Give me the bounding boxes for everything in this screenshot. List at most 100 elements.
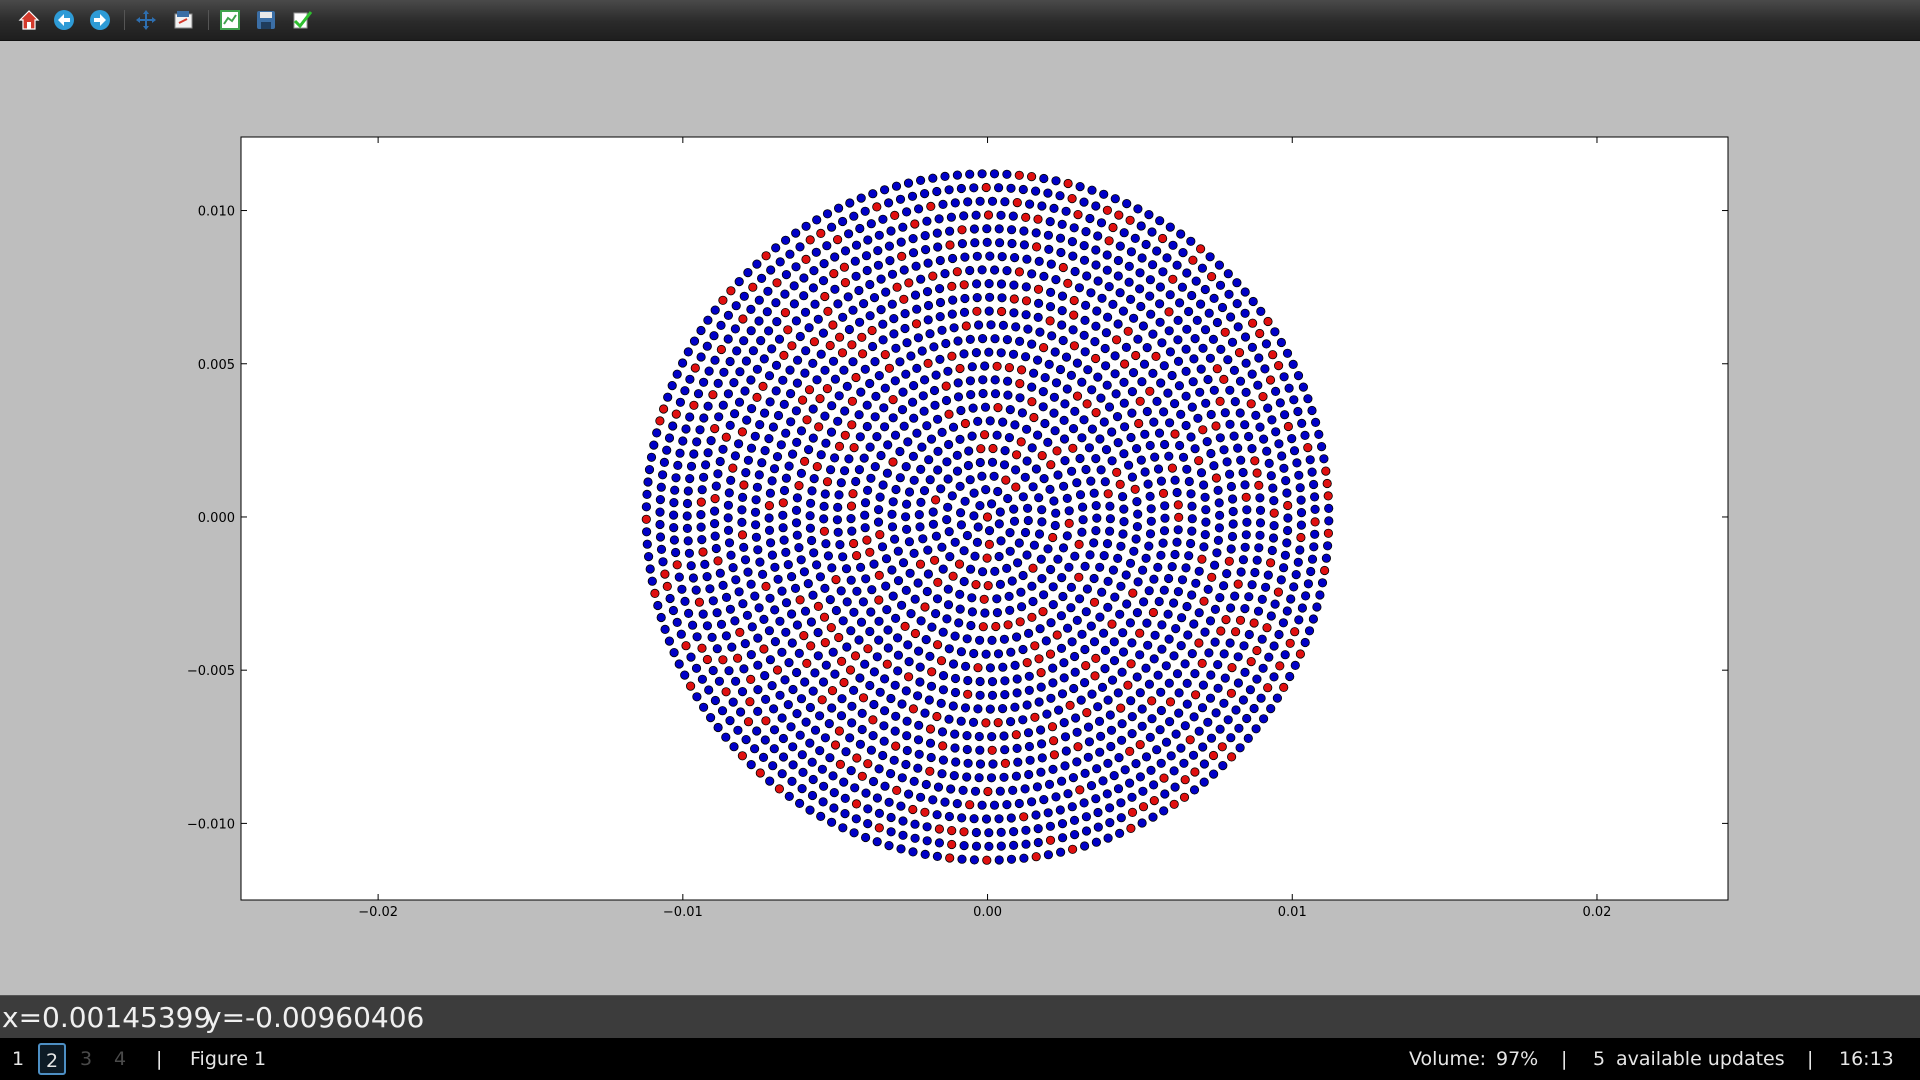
scatter-point (730, 616, 740, 626)
scatter-point (1022, 503, 1033, 513)
coordinate-readout: x=0.00145399 y=-0.00960406 (0, 995, 1920, 1039)
scatter-point (952, 450, 962, 460)
scatter-point (1084, 737, 1095, 747)
scatter-point (1118, 647, 1129, 657)
scatter-point (1115, 288, 1125, 298)
scatter-point (1263, 316, 1273, 327)
scatter-point (861, 251, 872, 261)
scatter-point (903, 789, 914, 799)
scatter-point (760, 670, 770, 681)
scatter-point (819, 259, 829, 269)
scatter-point (1235, 615, 1246, 625)
scatter-point (865, 378, 875, 389)
scatter-point (822, 477, 833, 487)
scatter-point (843, 229, 854, 239)
scatter-point (965, 334, 975, 344)
scatter-point (885, 256, 895, 266)
scatter-point (928, 173, 938, 183)
configure-subplots-button[interactable] (216, 6, 244, 34)
scatter-point (967, 431, 977, 441)
scatter-point (1205, 693, 1216, 703)
scatter-point (908, 234, 918, 244)
scatter-point (1051, 378, 1062, 388)
scatter-point (919, 189, 930, 199)
scatter-point (867, 325, 877, 336)
scatter-point (688, 573, 699, 583)
back-button[interactable] (50, 6, 78, 34)
scatter-point (1089, 538, 1099, 548)
scatter-point (729, 409, 740, 419)
scatter-point (1143, 479, 1153, 489)
scatter-point (1066, 603, 1076, 613)
scatter-point (900, 621, 910, 632)
scatter-point (673, 460, 683, 470)
workspace-4[interactable]: 4 (106, 1043, 134, 1075)
scatter-point (1197, 554, 1207, 564)
volume-value[interactable]: 97% (1496, 1038, 1538, 1080)
scatter-point (1171, 623, 1181, 634)
workspace-3[interactable]: 3 (72, 1043, 100, 1075)
scatter-point (724, 488, 734, 498)
scatter-point (1145, 491, 1155, 501)
scatter-point (1048, 678, 1058, 688)
scatter-point (761, 251, 771, 261)
scatter-point (1108, 565, 1119, 575)
home-button[interactable] (15, 6, 43, 34)
scatter-point (675, 448, 685, 458)
scatter-point (1104, 282, 1114, 292)
scatter-point (841, 747, 851, 757)
scatter-point (1201, 505, 1211, 515)
scatter-point (1016, 365, 1027, 375)
updates-label[interactable]: available updates (1616, 1038, 1785, 1080)
pan-button[interactable] (132, 6, 160, 34)
scatter-point (750, 520, 761, 530)
scatter-point (867, 341, 878, 352)
scatter-point (902, 731, 912, 741)
scatter-point (1091, 201, 1101, 211)
scatter-point (1240, 332, 1251, 342)
scatter-point (787, 449, 798, 459)
scatter-point (935, 311, 945, 322)
forward-button[interactable] (86, 6, 114, 34)
save-button[interactable] (252, 6, 280, 34)
scatter-point (1165, 222, 1175, 232)
scatter-point (1140, 429, 1150, 439)
scatter-point (824, 718, 834, 729)
scatter-point (1176, 743, 1186, 753)
scatter-point (933, 242, 943, 252)
figure-canvas[interactable]: −0.02 −0.01 0.00 0.01 0.02 0.010 0.005 0.000 −0.… (0, 41, 1920, 995)
zoom-button[interactable] (170, 6, 198, 34)
scatter-point (974, 635, 985, 645)
scatter-point (692, 692, 702, 702)
scatter-point (879, 403, 889, 413)
scatter-point (1072, 615, 1082, 626)
scatter-point (1206, 670, 1216, 680)
scatter-point (987, 745, 997, 755)
scatter-point (836, 586, 846, 596)
scatter-point (985, 663, 996, 673)
scatter-point (813, 627, 823, 638)
scatter-point (1310, 517, 1320, 527)
scatter-point (721, 432, 731, 442)
scatter-point (656, 544, 667, 554)
scatter-chart[interactable]: −0.02 −0.01 0.00 0.01 0.020.0100.0050.000−0.… (0, 41, 1920, 995)
scatter-point (1274, 629, 1284, 640)
scatter-point (1264, 458, 1274, 468)
scatter-point (1165, 716, 1175, 727)
scatter-point (764, 371, 775, 381)
scatter-point (1149, 795, 1159, 806)
scatter-point (830, 284, 840, 294)
scatter-point (658, 557, 668, 567)
scatter-point (1131, 350, 1141, 361)
workspace-2[interactable]: 2 (38, 1043, 66, 1075)
scatter-point (681, 641, 691, 651)
scatter-point (800, 606, 811, 616)
scatter-point (874, 370, 884, 381)
scatter-point (781, 428, 791, 438)
workspace-1[interactable]: 1 (4, 1043, 32, 1075)
scatter-point (938, 627, 948, 637)
scatter-point (655, 494, 666, 505)
window-title[interactable]: Figure 1 (190, 1038, 266, 1080)
scatter-point (1036, 554, 1046, 564)
edit-parameters-button[interactable] (288, 6, 316, 34)
